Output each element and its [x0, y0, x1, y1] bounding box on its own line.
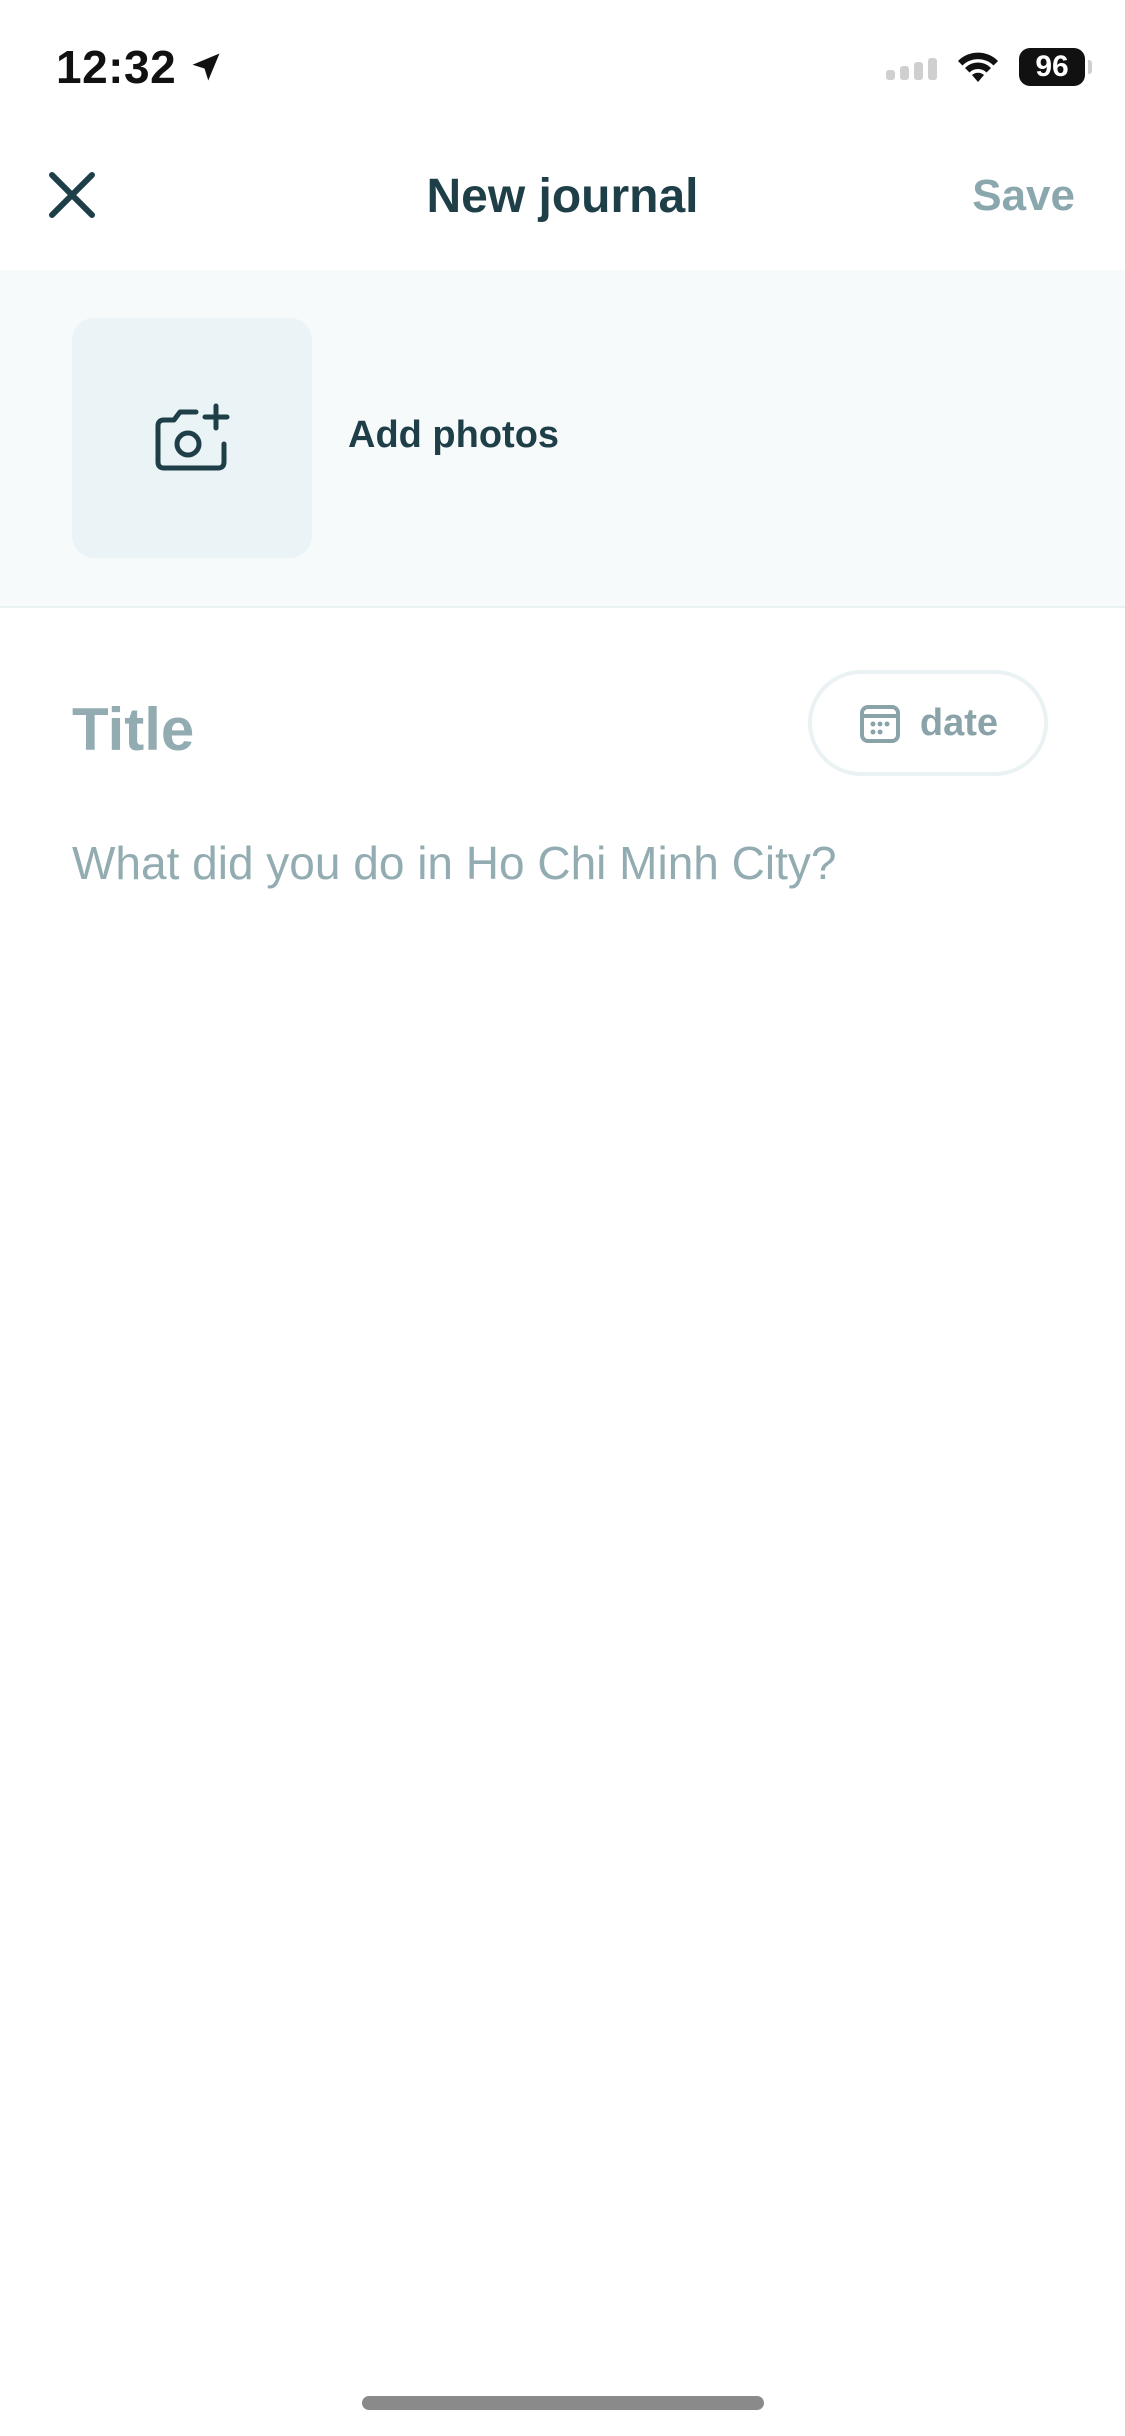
home-indicator[interactable] — [362, 2396, 764, 2410]
save-button[interactable]: Save — [972, 171, 1075, 221]
status-time-group: 12:32 — [56, 40, 224, 94]
status-bar: 12:32 96 — [0, 0, 1125, 135]
battery-level: 96 — [1035, 50, 1069, 83]
location-arrow-icon — [192, 53, 220, 81]
signal-icon — [886, 54, 937, 80]
battery-icon: 96 — [1019, 48, 1092, 86]
title-input[interactable]: Title — [72, 695, 194, 764]
nav-bar: New journal Save — [0, 135, 1125, 272]
add-photos-label[interactable]: Add photos — [348, 414, 559, 457]
wifi-icon — [958, 52, 998, 82]
add-photo-tile[interactable] — [72, 318, 312, 558]
status-indicators: 96 — [886, 48, 1092, 86]
journal-body-input[interactable]: What did you do in Ho Chi Minh City? — [72, 836, 836, 890]
date-button[interactable]: date — [808, 670, 1048, 776]
camera-plus-icon — [155, 403, 230, 471]
photo-section: Add photos — [0, 270, 1125, 608]
status-time: 12:32 — [56, 41, 177, 93]
page-title: New journal — [426, 170, 699, 223]
calendar-icon — [859, 705, 900, 743]
date-label: date — [919, 701, 999, 744]
